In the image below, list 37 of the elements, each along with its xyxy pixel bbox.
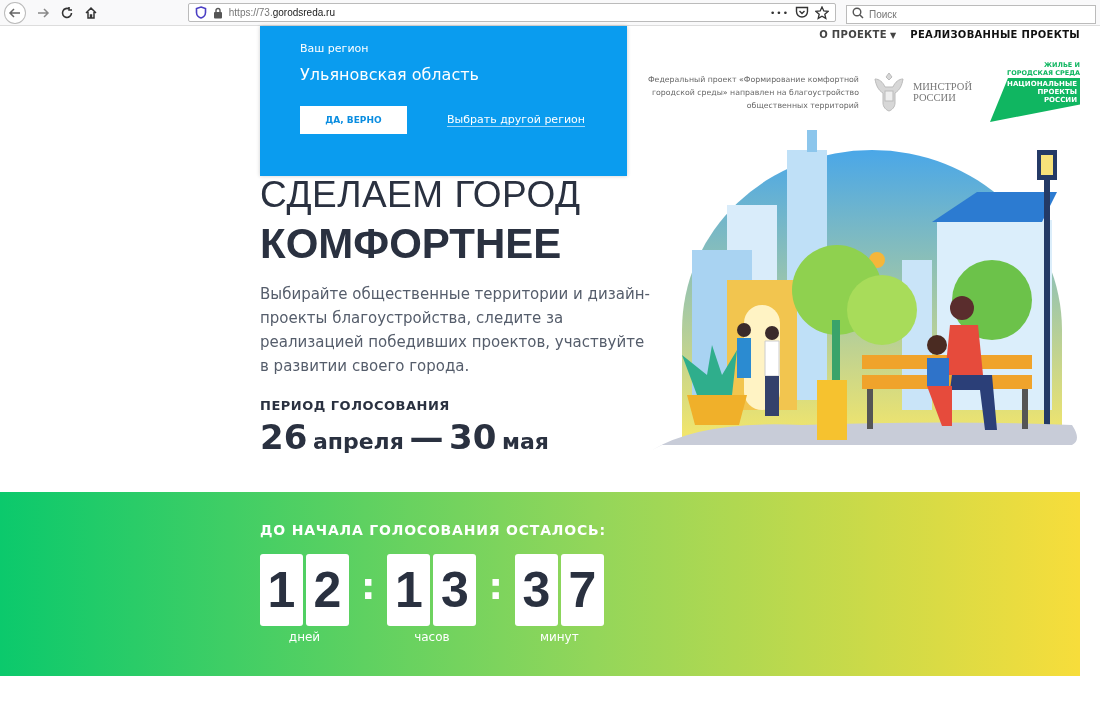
ministry-name: МИНСТРОЙ РОССИИ (912, 81, 972, 103)
countdown-digit: 1 (387, 554, 431, 626)
home-icon[interactable] (83, 5, 98, 20)
region-name: Ульяновская область (300, 65, 480, 84)
voting-period-dates: 26 апреля — 30 мая (260, 417, 550, 457)
hero-title: КОМФОРТНЕЕ (260, 220, 563, 268)
nav-link[interactable]: О ПРОЕКТЕ ▼ (819, 29, 897, 40)
shield-icon[interactable] (194, 6, 207, 19)
region-label: Ваш регион (300, 42, 370, 55)
countdown-unit-label: минут (539, 630, 579, 644)
search-field[interactable]: Поиск (846, 5, 1096, 24)
hero-description: Выбирайте общественные территории и дизайн-проекты благоустройства, следите за реализацией победивших проектов, участвуйте в развитии своего города. (260, 284, 651, 377)
forward-icon[interactable] (35, 5, 50, 20)
countdown-unit-label: часов (414, 630, 450, 644)
nav-link[interactable]: РЕАЛИЗОВАННЫЕ ПРОЕКТЫ (910, 29, 1080, 40)
countdown-digit: 3 (433, 554, 477, 626)
voting-period-label: ПЕРИОД ГОЛОСОВАНИЯ (260, 398, 451, 413)
back-arrow-icon (7, 5, 22, 20)
confirm-region-button[interactable]: ДА, ВЕРНО (300, 106, 407, 134)
countdown-digit: 2 (306, 554, 349, 626)
countdown-digit: 1 (260, 554, 303, 626)
lock-icon (212, 6, 223, 19)
page-actions-menu[interactable]: ••• (770, 7, 789, 18)
countdown-separator: : (488, 566, 503, 607)
reload-icon[interactable] (59, 5, 74, 20)
countdown-separator: : (361, 566, 376, 607)
url-text: https://73.gorodsreda.ru (228, 7, 336, 18)
countdown-digit: 3 (514, 554, 558, 626)
pocket-icon[interactable] (795, 6, 809, 19)
hero-title: СДЕЛАЕМ ГОРОД (260, 174, 582, 216)
countdown-digit: 7 (560, 554, 604, 626)
address-bar[interactable]: https://73.gorodsreda.ru ••• (187, 3, 836, 22)
countdown-title: ДО НАЧАЛА ГОЛОСОВАНИЯ ОСТАЛОСЬ: (260, 522, 607, 538)
countdown-unit-label: дней (288, 630, 321, 644)
star-icon[interactable] (815, 5, 829, 20)
search-icon (852, 7, 864, 19)
back-button[interactable] (4, 1, 26, 24)
